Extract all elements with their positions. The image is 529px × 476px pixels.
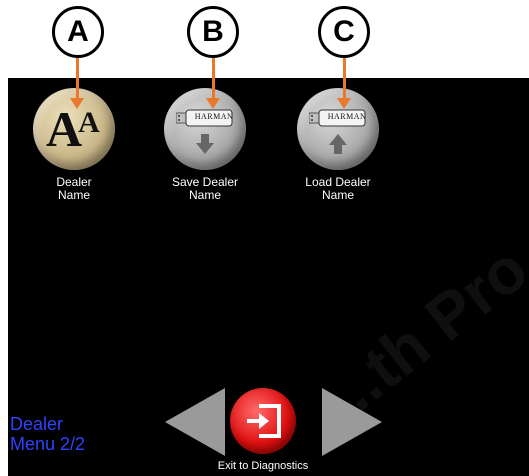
usb-brand-text: HARMAN bbox=[327, 112, 367, 121]
dealer-name-label: Dealer Name bbox=[14, 176, 134, 202]
exit-door-icon bbox=[247, 404, 281, 438]
callout-b-letter: B bbox=[202, 15, 224, 48]
menu-title-line2: Menu 2/2 bbox=[10, 434, 86, 454]
save-dealer-name-button[interactable]: HARMAN bbox=[164, 88, 246, 170]
usb-brand-text: HARMAN bbox=[194, 112, 234, 121]
callout-a: A bbox=[52, 6, 104, 58]
callout-b: B bbox=[187, 6, 239, 58]
callout-b-arrow bbox=[212, 58, 215, 100]
callout-a-arrow bbox=[76, 58, 79, 100]
callout-b-arrowhead bbox=[206, 98, 220, 109]
exit-to-diagnostics-label: Exit to Diagnostics bbox=[217, 460, 309, 472]
save-dealer-name-label-line2: Name bbox=[188, 188, 221, 202]
exit-to-diagnostics-button[interactable] bbox=[230, 388, 296, 454]
callout-c-letter: C bbox=[333, 15, 355, 48]
callout-a-letter: A bbox=[67, 15, 89, 48]
load-dealer-name-label: Load Dealer Name bbox=[278, 176, 398, 202]
callout-a-arrowhead bbox=[70, 98, 84, 109]
font-glyph-large: A bbox=[46, 101, 83, 157]
dealer-name-label-line2: Name bbox=[57, 188, 90, 202]
load-dealer-name-label-line2: Name bbox=[321, 188, 354, 202]
down-arrow-icon bbox=[196, 134, 214, 154]
callout-c-arrow bbox=[343, 58, 346, 100]
prev-arrow-icon[interactable] bbox=[165, 388, 225, 456]
font-glyph-small: A bbox=[78, 106, 100, 139]
callout-c: C bbox=[318, 6, 370, 58]
next-arrow-icon[interactable] bbox=[322, 388, 382, 456]
menu-title-line1: Dealer bbox=[10, 414, 64, 434]
callout-c-arrowhead bbox=[337, 98, 351, 109]
menu-page-title: Dealer Menu 2/2 bbox=[10, 414, 85, 454]
up-arrow-icon bbox=[329, 134, 347, 154]
save-dealer-name-label: Save Dealer Name bbox=[145, 176, 265, 202]
